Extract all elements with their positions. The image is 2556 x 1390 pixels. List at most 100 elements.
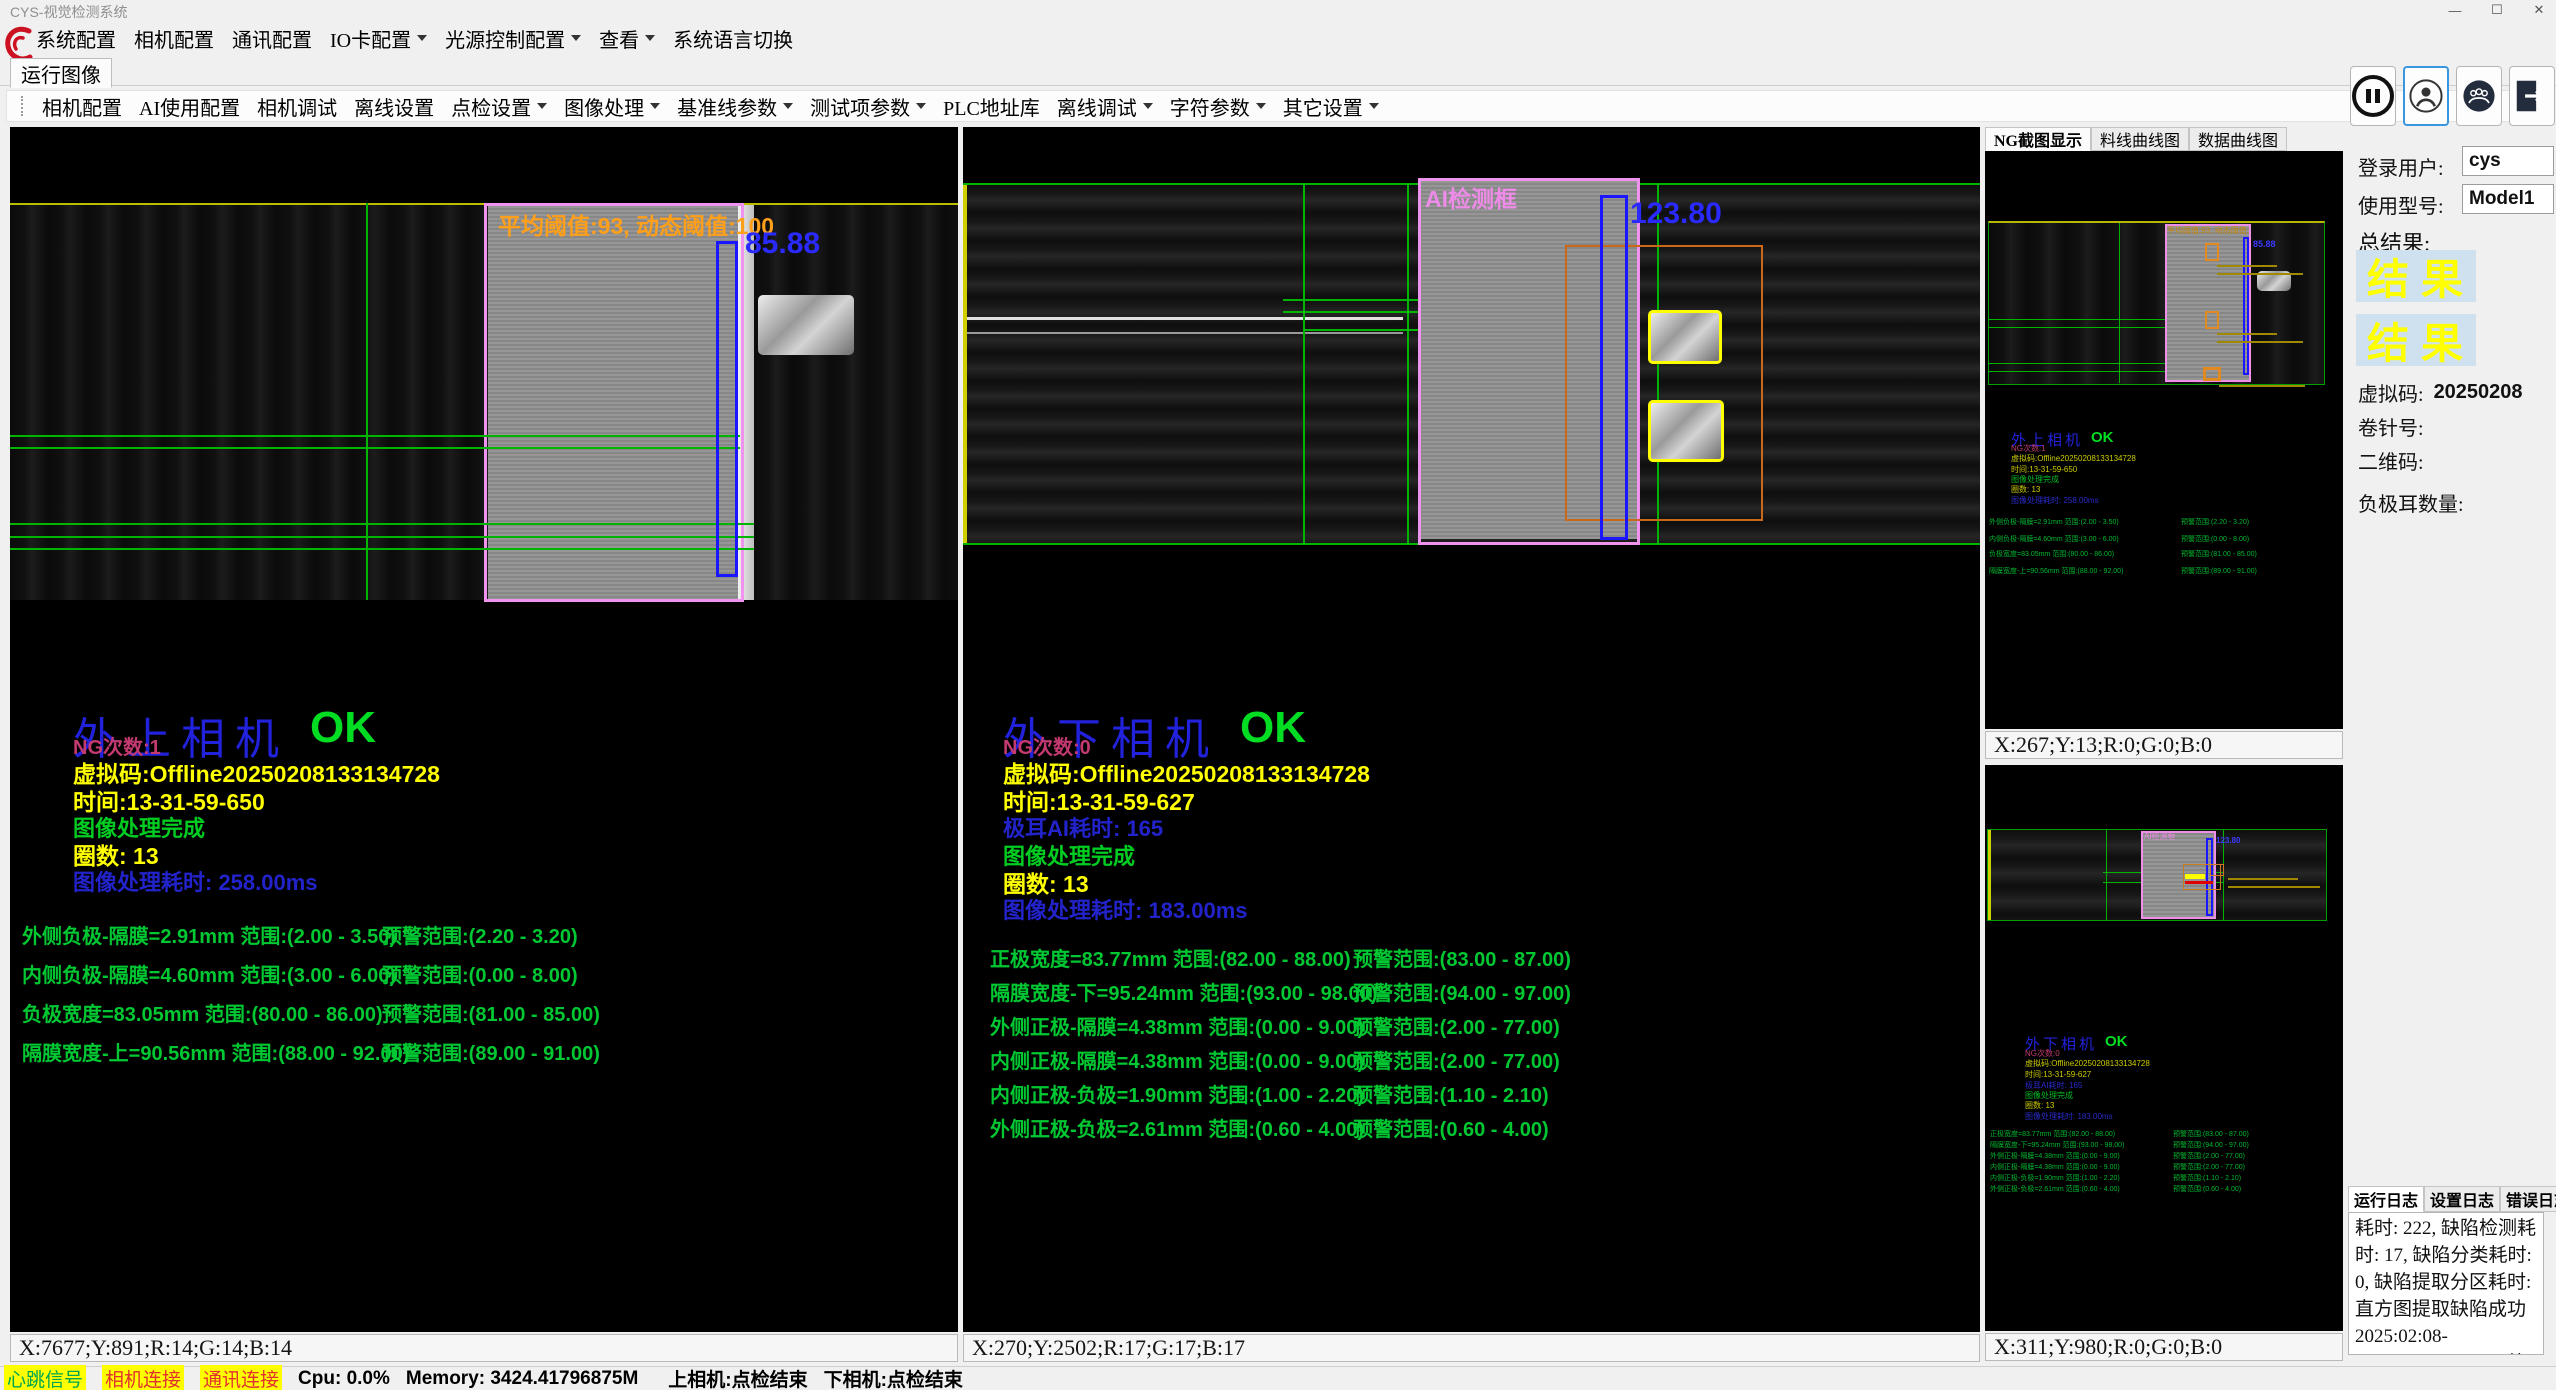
- measurement-value: 正极宽度=83.77mm 范围:(82.00 - 88.00): [990, 943, 1351, 972]
- mini-camera-result: OK: [2105, 1033, 2128, 1050]
- tool-offline-settings[interactable]: 离线设置: [354, 92, 434, 121]
- tool-baseline-params[interactable]: 基准线参数: [677, 92, 793, 121]
- mini-measurement: 预警范围:(2.20 - 3.20): [2181, 517, 2249, 527]
- tab-ng-capture[interactable]: NG截图显示: [1985, 127, 2091, 151]
- title-bar: CYS-视觉检测系统 — ☐ ✕: [0, 0, 2556, 20]
- roi-box-pink: [484, 203, 744, 602]
- process-time-label: 图像处理耗时: 258.00ms: [73, 865, 318, 897]
- measurement-warn: 预警范围:(94.00 - 97.00): [1353, 977, 1571, 1006]
- tab-run-log[interactable]: 运行日志: [2348, 1186, 2424, 1212]
- tool-ai-usage-config[interactable]: AI使用配置: [139, 92, 240, 121]
- chevron-down-icon: [916, 103, 926, 109]
- ng-preview-upper-status: X:267;Y:13;R:0;G:0;B:0: [1985, 731, 2343, 759]
- tab-row: 运行图像: [0, 56, 2556, 86]
- green-hline: [10, 435, 740, 437]
- measurement-warn: 预警范围:(81.00 - 85.00): [382, 998, 600, 1027]
- menu-bar: 系统配置 相机配置 通讯配置 IO卡配置 光源控制配置 查看 系统语言切换: [0, 20, 2556, 56]
- mini-measurement: 外侧正极-负极=2.61mm 范围:(0.60 - 4.00): [1990, 1184, 2120, 1194]
- ai-box-label: AI检测框: [1425, 180, 1517, 214]
- menu-language-switch[interactable]: 系统语言切换: [673, 24, 793, 53]
- tool-image-processing[interactable]: 图像处理: [564, 92, 660, 121]
- measurement-value: 内侧正极-隔膜=4.38mm 范围:(0.00 - 9.00): [990, 1045, 1364, 1074]
- exit-button[interactable]: [2509, 66, 2555, 126]
- machine-texture: [10, 205, 488, 600]
- chevron-down-icon: [1369, 103, 1379, 109]
- ng-tab-bar: NG截图显示 料线曲线图 数据曲线图: [1985, 127, 2343, 151]
- measurement-warn: 预警范围:(2.00 - 77.00): [1353, 1011, 1560, 1040]
- ng-preview-lower-status: X:311;Y:980;R:0;G:0;B:0: [1985, 1333, 2343, 1361]
- tab-detect-box-yellow: [1648, 310, 1722, 364]
- mini-measurement: 内侧正极-隔膜=4.38mm 范围:(0.00 - 9.00): [1990, 1162, 2120, 1172]
- window-title: CYS-视觉检测系统: [10, 2, 127, 22]
- tool-char-params[interactable]: 字符参数: [1170, 92, 1266, 121]
- pause-button[interactable]: [2350, 66, 2396, 126]
- tab-material-curve[interactable]: 料线曲线图: [2091, 127, 2189, 151]
- menu-view[interactable]: 查看: [599, 24, 655, 53]
- tool-camera-debug[interactable]: 相机调试: [257, 92, 337, 121]
- menu-system-config[interactable]: 系统配置: [36, 24, 116, 53]
- measurement-warn: 预警范围:(89.00 - 91.00): [382, 1037, 600, 1066]
- menu-io-card-config[interactable]: IO卡配置: [330, 24, 427, 53]
- chevron-down-icon: [417, 35, 427, 41]
- minimize-icon[interactable]: —: [2440, 1, 2470, 19]
- tool-test-item-params[interactable]: 测试项参数: [810, 92, 926, 121]
- ng-preview-upper[interactable]: 平均阈值:93, 动态阈值:100 85.88 外上相机 OK NG次数:1 虚…: [1985, 151, 2343, 729]
- login-user-field[interactable]: cys: [2462, 146, 2554, 176]
- mini-annotation-mark: [2228, 886, 2320, 888]
- tool-offline-debug[interactable]: 离线调试: [1057, 92, 1153, 121]
- mini-measurement: 预警范围:(94.00 - 97.00): [2173, 1140, 2249, 1150]
- green-vline: [2106, 830, 2107, 920]
- mini-measure-box-blue: [2243, 237, 2249, 375]
- mini-blue-value: 85.88: [2253, 239, 2276, 249]
- measurement-value: 内侧正极-负极=1.90mm 范围:(1.00 - 2.20): [990, 1079, 1364, 1108]
- heartbeat-indicator: 心跳信号: [4, 1365, 86, 1390]
- mini-virtual-code: 虚拟码:Offline20250208133134728: [2025, 1058, 2150, 1069]
- measurement-value: 隔膜宽度-下=95.24mm 范围:(93.00 - 98.00): [990, 977, 1377, 1006]
- upper-camera-check-status: 上相机:点检结束: [668, 1365, 807, 1390]
- toolbar-grip-handle[interactable]: [21, 96, 23, 116]
- mini-defect-box-orange: [2205, 311, 2219, 329]
- ng-preview-lower[interactable]: AI检测框 123.80 外下相机 OK NG次数:0 虚拟码:Offline2…: [1985, 765, 2343, 1331]
- camera-result-label: OK: [1240, 703, 1306, 753]
- lower-camera-status: X:270;Y:2502;R:17;G:17;B:17: [963, 1334, 1980, 1362]
- result-badge-2: 结果: [2356, 314, 2476, 366]
- memory-usage: Memory: 3424.41796875M: [406, 1368, 638, 1390]
- close-icon[interactable]: ✕: [2524, 1, 2554, 19]
- tool-other-settings[interactable]: 其它设置: [1283, 92, 1379, 121]
- model-field[interactable]: Model1: [2462, 184, 2554, 214]
- tool-camera-config[interactable]: 相机配置: [42, 92, 122, 121]
- mini-measurement: 外侧正极-隔膜=4.38mm 范围:(0.00 - 9.00): [1990, 1151, 2120, 1161]
- chevron-down-icon: [783, 103, 793, 109]
- virtual-code-label: 虚拟码:: [2358, 378, 2424, 407]
- tool-spot-check[interactable]: 点检设置: [451, 92, 547, 121]
- tab-settings-log[interactable]: 设置日志: [2424, 1186, 2500, 1212]
- user-management-button[interactable]: [2456, 66, 2502, 126]
- maximize-icon[interactable]: ☐: [2482, 1, 2512, 19]
- lower-camera-view[interactable]: AI检测框 123.80 外下相机 OK NG次数:0 虚拟码:Offline2…: [963, 127, 1980, 1332]
- chevron-down-icon: [650, 103, 660, 109]
- tool-plc-address[interactable]: PLC地址库: [943, 92, 1040, 121]
- menu-comm-config[interactable]: 通讯配置: [232, 24, 312, 53]
- mini-measurement: 预警范围:(83.00 - 87.00): [2173, 1129, 2249, 1139]
- measurement-warn: 预警范围:(0.00 - 8.00): [382, 959, 578, 988]
- mini-time: 时间:13-31-59-627: [2025, 1069, 2091, 1080]
- menu-light-control-config[interactable]: 光源控制配置: [445, 24, 581, 53]
- user-login-button[interactable]: [2403, 66, 2449, 126]
- tab-run-image[interactable]: 运行图像: [10, 58, 112, 88]
- run-log-text[interactable]: 耗时: 222, 缺陷检测耗时: 17, 缺陷分类耗时: 0, 缺陷提取分区耗时…: [2348, 1212, 2544, 1355]
- chevron-down-icon: [1143, 103, 1153, 109]
- mini-red-line: [2185, 881, 2213, 884]
- reel-number-label: 卷针号:: [2358, 412, 2424, 441]
- measurement-value: 隔膜宽度-上=90.56mm 范围:(88.00 - 92.00): [22, 1037, 409, 1066]
- mini-annotation-mark: [2185, 874, 2205, 879]
- tab-data-curve[interactable]: 数据曲线图: [2189, 127, 2287, 151]
- mini-measurement: 内侧负极-隔膜=4.60mm 范围:(3.00 - 6.00): [1989, 534, 2119, 544]
- qr-code-label: 二维码:: [2358, 446, 2424, 475]
- tab-detect-box-yellow: [1648, 400, 1724, 462]
- menu-camera-config[interactable]: 相机配置: [134, 24, 214, 53]
- measurement-warn: 预警范围:(83.00 - 87.00): [1353, 943, 1571, 972]
- mini-blue-value: 123.80: [2216, 836, 2240, 845]
- measurement-warn: 预警范围:(0.60 - 4.00): [1353, 1113, 1549, 1142]
- upper-camera-view[interactable]: 平均阈值:93, 动态阈值:100 85.88 外上相机 OK NG次数:1 虚…: [10, 127, 958, 1332]
- tab-error-log[interactable]: 错误日志: [2500, 1186, 2556, 1212]
